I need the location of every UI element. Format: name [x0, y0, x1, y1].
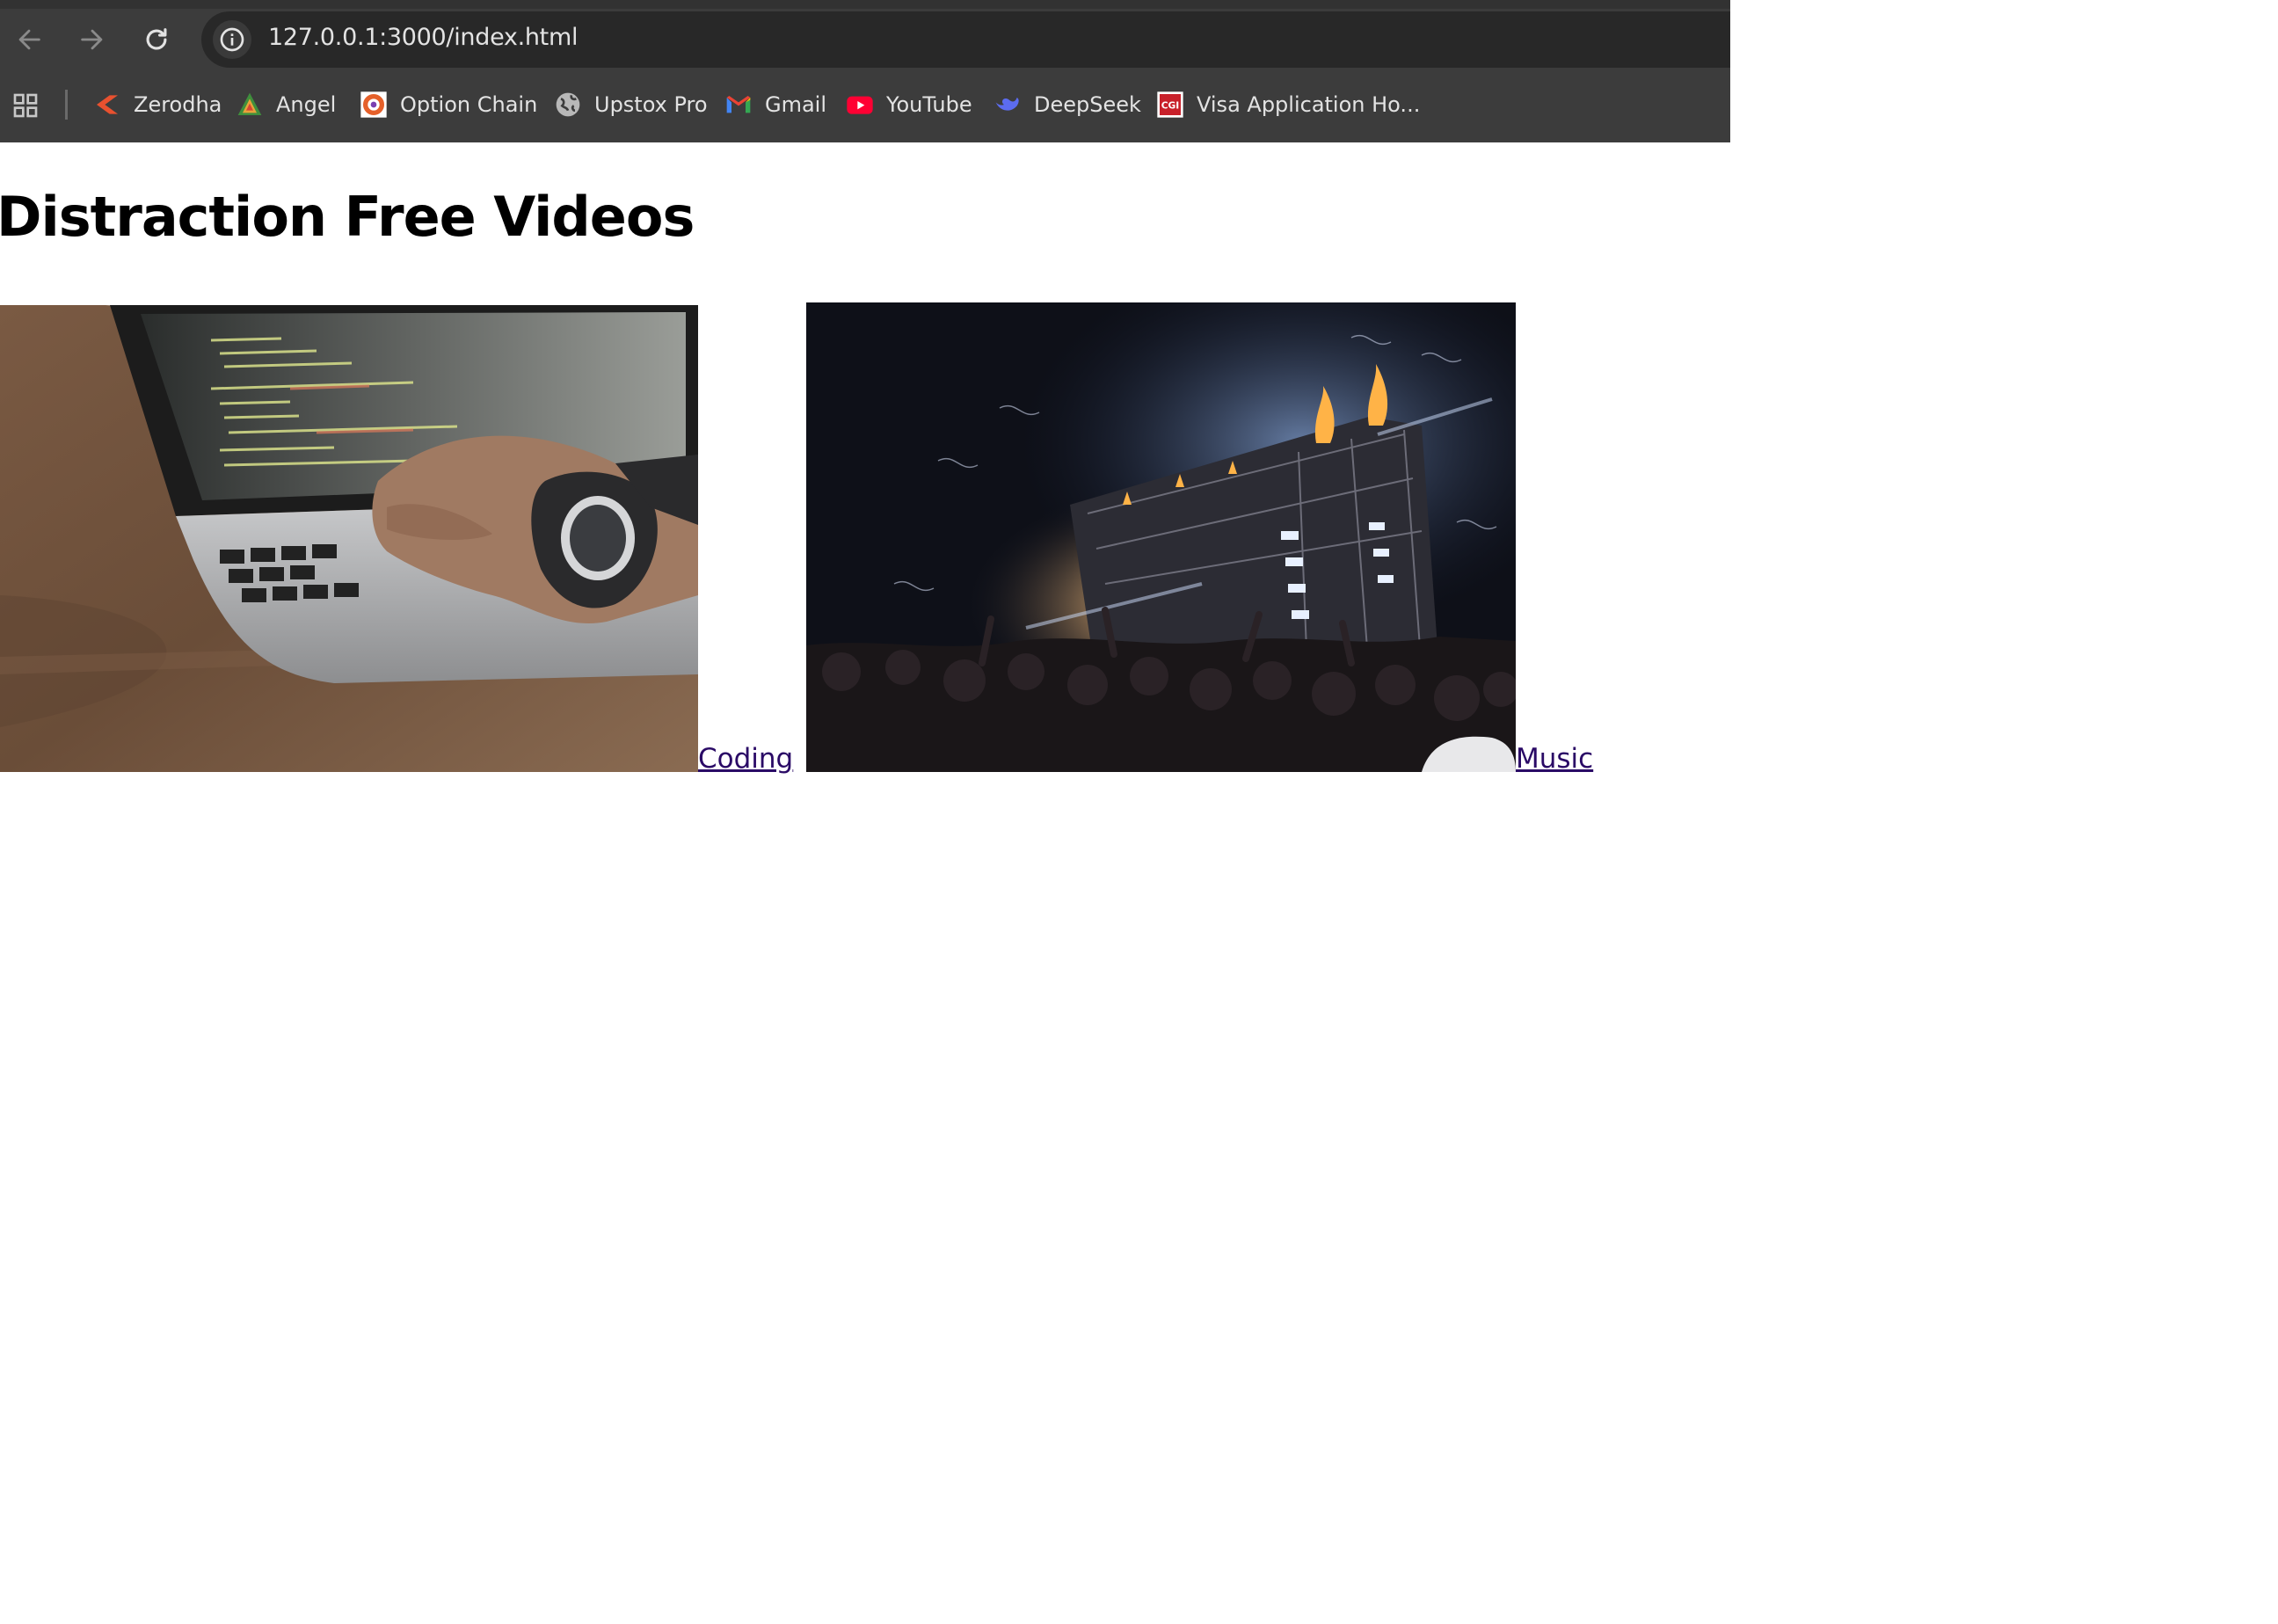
browser-toolbar: 127.0.0.1:3000/index.html Zerodha Angel …	[0, 0, 1730, 142]
coding-link[interactable]: Coding	[698, 743, 793, 775]
bookmarks-separator	[65, 90, 68, 120]
back-button[interactable]	[9, 19, 49, 60]
bookmarks-bar: Zerodha Angel Option Chain Upstox Pro Gm…	[0, 79, 1730, 130]
tab-strip-edge	[0, 0, 1730, 9]
bookmark-angel[interactable]: Angel	[236, 86, 336, 123]
youtube-icon	[846, 91, 874, 119]
zerodha-icon	[93, 91, 121, 119]
svg-text:CGI: CGI	[1161, 100, 1180, 112]
option-chain-icon	[360, 91, 388, 119]
bookmark-youtube[interactable]: YouTube	[846, 86, 972, 123]
arrow-right-icon	[81, 29, 103, 50]
laptop-coding-photo	[0, 305, 698, 772]
bookmark-deepseek[interactable]: DeepSeek	[993, 86, 1141, 123]
bookmark-zerodha[interactable]: Zerodha	[93, 86, 222, 123]
url-text[interactable]: 127.0.0.1:3000/index.html	[268, 24, 578, 51]
info-icon	[220, 27, 244, 52]
bookmark-label: Visa Application Ho...	[1197, 92, 1421, 117]
bookmark-gmail[interactable]: Gmail	[724, 86, 826, 123]
bookmark-label: YouTube	[886, 92, 972, 117]
concert-crowd-photo	[806, 302, 1516, 772]
forward-button[interactable]	[72, 19, 113, 60]
reload-icon	[146, 28, 167, 50]
angel-icon	[236, 91, 264, 119]
bookmark-label: Zerodha	[134, 92, 222, 117]
apps-grid-icon[interactable]	[11, 91, 40, 120]
bookmark-label: Gmail	[765, 92, 827, 117]
bookmark-visa-application[interactable]: CGI Visa Application Ho...	[1156, 86, 1420, 123]
page-title: Distraction Free Videos	[0, 185, 695, 249]
address-bar[interactable]: 127.0.0.1:3000/index.html	[201, 11, 1730, 68]
bookmark-label: Option Chain	[400, 92, 538, 117]
bookmark-label: DeepSeek	[1034, 92, 1141, 117]
bookmark-option-chain[interactable]: Option Chain	[360, 86, 537, 123]
cgi-icon: CGI	[1156, 91, 1184, 119]
globe-icon	[554, 91, 582, 119]
bookmark-label: Upstox Pro	[594, 92, 708, 117]
reload-button[interactable]	[136, 19, 177, 60]
bookmark-label: Angel	[276, 92, 337, 117]
music-thumbnail[interactable]	[806, 302, 1516, 772]
deepseek-icon	[993, 91, 1022, 119]
gmail-icon	[724, 91, 753, 119]
bookmark-upstox-pro[interactable]: Upstox Pro	[554, 86, 708, 123]
music-link[interactable]: Music	[1516, 743, 1593, 775]
site-info-button[interactable]	[213, 20, 251, 59]
arrow-left-icon	[18, 29, 40, 50]
coding-thumbnail[interactable]	[0, 305, 698, 772]
